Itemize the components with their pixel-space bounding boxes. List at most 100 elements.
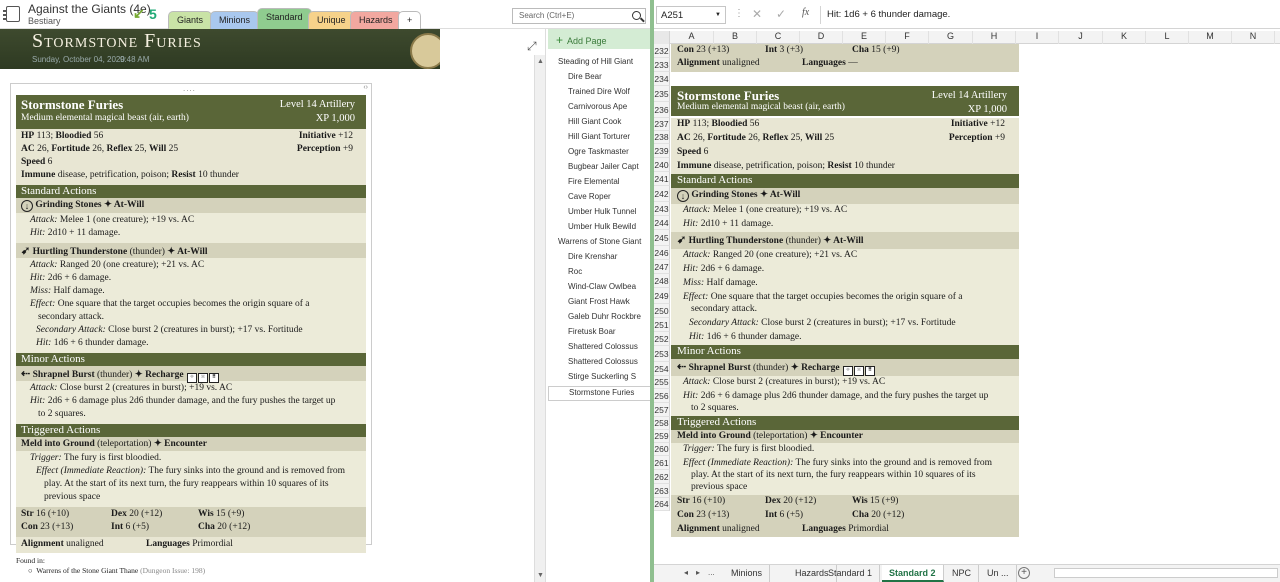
sheet-grid[interactable]: 232 233 234 235 236 237 238 239 240 241 242 243 244 2…	[654, 44, 1280, 564]
cancel-icon[interactable]: ✕	[752, 7, 762, 21]
row-header[interactable]: 261	[654, 456, 670, 470]
sheet-more-button[interactable]: ...	[708, 568, 715, 577]
row-header[interactable]: 262	[654, 470, 670, 484]
page-item[interactable]: Trained Dire Wolf	[548, 86, 650, 101]
row-header[interactable]: 255	[654, 376, 670, 389]
page-item[interactable]: Wind-Claw Owlbea	[548, 281, 650, 296]
page-item[interactable]: Umber Hulk Tunnel	[548, 206, 650, 221]
row-header[interactable]: 250	[654, 304, 670, 318]
section-tab-minions[interactable]: Minions	[210, 11, 260, 29]
column-header[interactable]: B	[714, 31, 757, 44]
page-item[interactable]: Dire Bear	[548, 71, 650, 86]
page-item[interactable]: Warrens of Stone Giant	[548, 236, 650, 251]
page-item[interactable]: Stirge Suckerling S	[548, 371, 650, 386]
page-item[interactable]: Firetusk Boar	[548, 326, 650, 341]
row-header[interactable]: 242	[654, 186, 670, 202]
found-in-item[interactable]: ○ Warrens of the Stone Giant Thane (Dung…	[28, 566, 205, 575]
page-title[interactable]: Stormstone Furies	[32, 30, 202, 53]
column-header[interactable]: H	[973, 31, 1016, 44]
row-header[interactable]: 234	[654, 72, 670, 86]
column-header[interactable]: D	[800, 31, 843, 44]
add-section-button[interactable]: +	[398, 11, 422, 29]
page-item[interactable]: Galeb Duhr Rockbre	[548, 311, 650, 326]
row-header[interactable]: 240	[654, 158, 670, 172]
row-header[interactable]: 251	[654, 318, 670, 332]
column-header[interactable]: L	[1146, 31, 1189, 44]
page-item[interactable]: Giant Frost Hawk	[548, 296, 650, 311]
page-item[interactable]: Shattered Colossus	[548, 356, 650, 371]
column-header[interactable]: K	[1103, 31, 1146, 44]
page-item[interactable]: Umber Hulk Bewild	[548, 221, 650, 236]
section-tab-unique[interactable]: Unique	[308, 11, 355, 29]
row-header[interactable]: 247	[654, 260, 670, 274]
scroll-down-icon[interactable]: ▼	[537, 572, 544, 579]
row-header[interactable]: 233	[654, 58, 670, 72]
sheet-prev-icon[interactable]: ◂	[684, 568, 688, 577]
formula-input[interactable]: Hit: 1d6 + 6 thunder damage.	[820, 6, 1278, 24]
page-item[interactable]: Hill Giant Torturer	[548, 131, 650, 146]
row-header[interactable]: 238	[654, 131, 670, 144]
resize-arrows-icon[interactable]: ‹›	[363, 84, 368, 91]
name-box[interactable]: A251 ▼	[656, 6, 726, 24]
row-header[interactable]: 244	[654, 216, 670, 230]
page-item[interactable]: Roc	[548, 266, 650, 281]
sheet-tab[interactable]: Un ...	[980, 565, 1017, 582]
page-item[interactable]: Fire Elemental	[548, 176, 650, 191]
row-header[interactable]: 254	[654, 362, 670, 376]
row-header[interactable]: 249	[654, 288, 670, 304]
row-header[interactable]: 235	[654, 86, 670, 102]
page-item[interactable]: Carnivorous Ape	[548, 101, 650, 116]
add-sheet-button[interactable]: +	[1018, 567, 1030, 579]
row-header[interactable]: 253	[654, 346, 670, 362]
select-all-corner[interactable]	[654, 31, 670, 44]
row-header[interactable]: 258	[654, 417, 670, 430]
row-header[interactable]: 260	[654, 443, 670, 456]
page-item[interactable]: Bugbear Jailer Capt	[548, 161, 650, 176]
row-header[interactable]: 245	[654, 230, 670, 246]
column-header[interactable]: G	[929, 31, 973, 44]
column-header[interactable]: F	[886, 31, 929, 44]
row-header[interactable]: 252	[654, 332, 670, 346]
enter-icon[interactable]: ✓	[776, 7, 786, 21]
section-tab-giants[interactable]: Giants	[168, 11, 213, 29]
column-header[interactable]: E	[843, 31, 886, 44]
page-item[interactable]: Dire Krenshar	[548, 251, 650, 266]
sheet-tab[interactable]: Minions	[724, 565, 771, 582]
back-count[interactable]: 5	[149, 6, 157, 22]
chevron-down-icon[interactable]: ▼	[715, 12, 721, 18]
container-handle[interactable]: ....	[183, 84, 196, 93]
page-item[interactable]: Shattered Colossus	[548, 341, 650, 356]
section-tab-standard[interactable]: Standard	[257, 8, 312, 29]
page-item[interactable]: Ogre Taskmaster	[548, 146, 650, 161]
section-tab-hazards[interactable]: Hazards	[350, 11, 402, 29]
sheet-tab[interactable]: Standard 2	[882, 565, 944, 582]
back-arrow-icon[interactable]: ↙	[133, 5, 145, 22]
row-header[interactable]: 256	[654, 389, 670, 403]
note-container[interactable]: .... ‹› Stormstone Furies Level 14 Artill…	[10, 83, 372, 553]
page-item[interactable]: Steading of Hill Giant	[548, 56, 650, 71]
row-header[interactable]: 248	[654, 274, 670, 288]
horizontal-scrollbar[interactable]	[1054, 568, 1278, 578]
page-item[interactable]: Hill Giant Cook	[548, 116, 650, 131]
row-header[interactable]: 263	[654, 484, 670, 498]
column-header[interactable]: C	[757, 31, 800, 44]
notebook-icon[interactable]	[3, 6, 20, 22]
expand-icon[interactable]: ⤢	[527, 39, 537, 54]
sheet-tab[interactable]: Standard 1	[821, 565, 881, 582]
column-header[interactable]: A	[670, 31, 714, 44]
row-header[interactable]: 237	[654, 118, 670, 131]
sheet-next-icon[interactable]: ▸	[696, 568, 700, 577]
row-header[interactable]: 243	[654, 202, 670, 216]
row-header[interactable]: 259	[654, 430, 670, 443]
page-item[interactable]: Stormstone Furies	[548, 386, 650, 401]
row-header[interactable]: 246	[654, 246, 670, 260]
row-header[interactable]: 257	[654, 403, 670, 417]
column-header[interactable]: N	[1232, 31, 1275, 44]
function-icon[interactable]: fx	[802, 7, 809, 18]
sheet-tab[interactable]: NPC	[945, 565, 980, 582]
row-header[interactable]: 236	[654, 102, 670, 118]
column-header[interactable]: I	[1016, 31, 1059, 44]
row-header[interactable]: 241	[654, 172, 670, 186]
search-icon[interactable]	[632, 11, 641, 20]
row-header[interactable]: 239	[654, 144, 670, 158]
